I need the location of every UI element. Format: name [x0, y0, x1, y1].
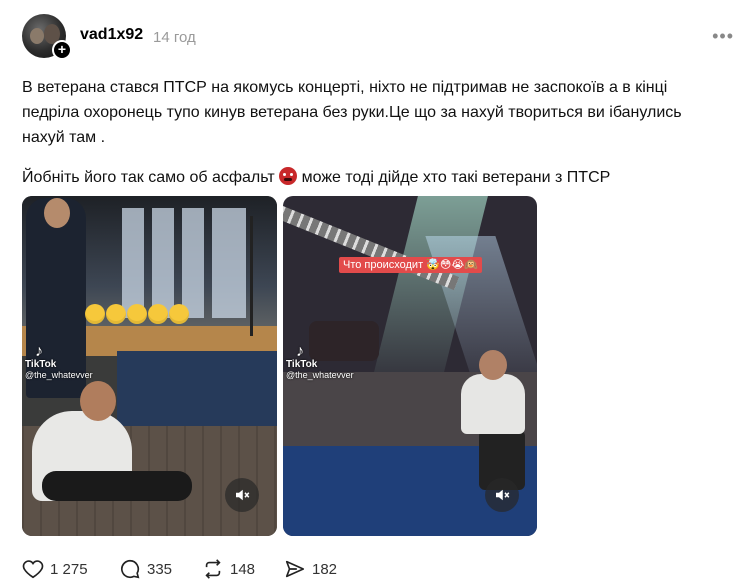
- video-2[interactable]: Что происходит 🤯😳😭🙉 ♪ TikTok @the_whatev…: [283, 196, 537, 536]
- mute-button[interactable]: [225, 478, 259, 512]
- emoji-overlay: [85, 304, 190, 328]
- video-caption-overlay: Что происходит 🤯😳😭🙉: [339, 257, 482, 273]
- send-icon: [285, 560, 305, 578]
- repost-icon: [205, 559, 221, 579]
- tiktok-logo-icon: ♪: [296, 343, 304, 360]
- post-text-second: Йобніть його так само об асфальт може то…: [22, 165, 727, 190]
- share-count: 182: [312, 560, 338, 578]
- post-text: В ветерана стався ПТСР на якомусь концер…: [22, 79, 682, 146]
- repost-button[interactable]: 148: [202, 558, 255, 580]
- comment-count: 335: [147, 560, 173, 578]
- muted-speaker-icon: [236, 489, 250, 501]
- tiktok-logo-icon: ♪: [35, 343, 43, 360]
- share-button[interactable]: 182: [284, 558, 337, 580]
- username[interactable]: vad1x92: [80, 26, 143, 44]
- like-count: 1 275: [50, 560, 88, 578]
- post-actions: 1 275 335 148 182: [22, 558, 542, 584]
- tiktok-watermark: ♪ TikTok @the_whatevver: [286, 343, 354, 381]
- muted-speaker-icon: [496, 489, 510, 501]
- angry-face-emoji-icon: [279, 167, 298, 185]
- tiktok-watermark: ♪ TikTok @the_whatevver: [25, 343, 93, 381]
- follow-plus-icon[interactable]: +: [52, 40, 72, 60]
- post-header: + vad1x92 14 год •••: [22, 14, 738, 62]
- comment-button[interactable]: 335: [119, 558, 172, 580]
- mute-button[interactable]: [485, 478, 519, 512]
- comment-bubble-icon: [121, 559, 140, 579]
- more-icon[interactable]: •••: [712, 26, 734, 47]
- post-text-part-2: може тоді дійде хто такі ветерани з ПТСР: [301, 169, 611, 186]
- heart-icon: [22, 560, 44, 579]
- post-time: 14 год: [153, 29, 196, 46]
- repost-count: 148: [230, 560, 256, 578]
- like-button[interactable]: 1 275: [22, 558, 88, 580]
- video-1[interactable]: ♪ TikTok @the_whatevver: [22, 196, 277, 536]
- post-text-part-1: Йобніть його так само об асфальт: [22, 169, 275, 186]
